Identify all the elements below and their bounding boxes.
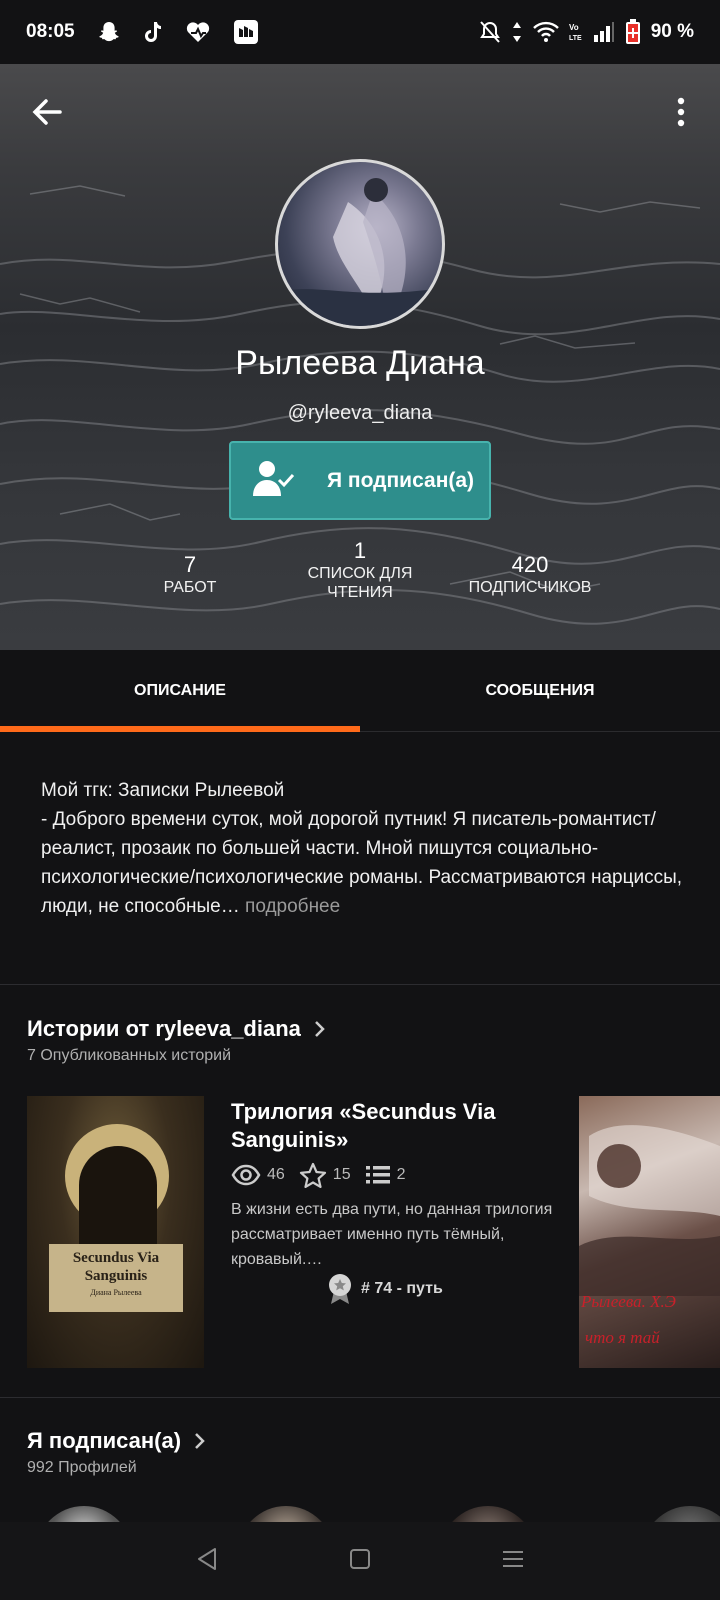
following-section-title: Я подписан(а) [27,1428,182,1453]
tiktok-icon [143,20,163,44]
divider [0,984,720,985]
stat-works[interactable]: 7 РАБОТ [140,552,240,597]
mute-icon [479,20,501,44]
more-options-button[interactable] [666,92,696,132]
divider [0,1397,720,1398]
rank-label: # 74 - путь [361,1280,443,1297]
cover-author: Диана Рылеева [90,1288,142,1297]
following-button-label: Я подписан(а) [327,468,475,492]
profile-stats: 7 РАБОТ 1 СПИСОК ДЛЯ ЧТЕНИЯ 420 ПОДПИСЧИ… [0,538,720,632]
signal-icon [593,21,615,43]
profile-header: Рылеева Диана @ryleeva_diana Я подписан(… [0,64,720,650]
profile-tabs: ОПИСАНИЕ СООБЩЕНИЯ [0,650,720,732]
next-story-cover[interactable]: Рылеева. Х.Э что я тай [579,1096,720,1368]
stat-value: 7 [183,552,197,577]
status-time: 08:05 [26,21,75,42]
chevron-right-icon [315,1021,325,1037]
next-cover-text: что я тай [585,1328,660,1347]
profile-name: Рылеева Диана [235,344,485,382]
triangle-back-icon [197,1547,216,1570]
back-arrow-icon [32,99,62,125]
cover-label: Secundus Via Sanguinis Диана Рылеева [49,1244,183,1312]
system-nav-bar [0,1522,720,1600]
story-description: В жизни есть два пути, но данная трилоги… [231,1201,553,1268]
chevron-right-icon [195,1433,205,1449]
data-arrows-icon [511,20,523,44]
parts-count: 2 [396,1166,406,1183]
tab-label: ОПИСАНИЕ [134,682,226,699]
active-tab-indicator [0,726,360,732]
ribbon-badge-icon [329,1274,351,1304]
following-count: 992 Профилей [27,1459,137,1476]
profile-avatar [275,159,445,329]
reads-count: 46 [267,1166,285,1183]
user-check-icon [253,458,297,503]
snapchat-icon [97,20,121,44]
list-icon [365,1166,390,1184]
svg-text:LTE: LTE [569,35,582,42]
cover-title: Secundus Via Sanguinis [72,1250,160,1284]
following-section-header[interactable]: Я подписан(а) [27,1428,207,1454]
story-rank[interactable]: # 74 - путь [327,1273,443,1305]
kebab-menu-icon [677,97,685,127]
nav-home-button[interactable] [348,1547,372,1576]
battery-percent: 90 % [650,21,694,42]
wifi-icon [532,21,559,43]
profile-handle: @ryleeva_diana [287,402,433,424]
svg-text:Vo: Vo [569,23,579,32]
story-title[interactable]: Трилогия «Secundus Via Sanguinis» [231,1098,551,1154]
stat-reading-list[interactable]: 1 СПИСОК ДЛЯ ЧТЕНИЯ [290,538,430,602]
story-cover[interactable]: Secundus Via Sanguinis Диана Рылеева [27,1096,204,1368]
nav-back-button[interactable] [195,1546,219,1577]
star-icon [299,1162,326,1188]
read-more-link[interactable]: подробнее [240,896,340,917]
description-text: Мой тгк: Записки Рылеевой - Доброго врем… [41,780,683,917]
back-button[interactable] [28,92,68,132]
story-stats: 46 15 2 [231,1162,420,1188]
square-home-icon [349,1548,370,1569]
stat-value: 420 [511,552,549,577]
stat-label: РАБОТ [163,579,217,596]
votes-count: 15 [332,1166,351,1183]
wattpad-icon [233,19,259,45]
tab-label: СООБЩЕНИЯ [485,682,595,699]
tab-description[interactable]: ОПИСАНИЕ [0,650,360,732]
nav-recents-button[interactable] [501,1547,525,1576]
profile-description: Мой тгк: Записки Рылеевой - Доброго врем… [41,776,691,921]
following-button[interactable]: Я подписан(а) [229,441,491,520]
stat-label: СПИСОК ДЛЯ ЧТЕНИЯ [307,565,413,601]
stories-count: 7 Опубликованных историй [27,1047,232,1064]
battery-icon [625,19,641,45]
eye-icon [231,1164,261,1186]
tab-messages[interactable]: СООБЩЕНИЯ [360,650,720,732]
menu-lines-icon [503,1550,524,1567]
next-cover-text: Рылеева. Х.Э [581,1292,676,1311]
stories-section-title: Истории от ryleeva_diana [27,1016,301,1041]
stat-followers[interactable]: 420 ПОДПИСЧИКОВ [455,552,605,597]
status-bar: 08:05 Vo LTE 90 % [0,0,720,64]
stat-label: ПОДПИСЧИКОВ [468,579,592,596]
stat-value: 1 [353,538,367,563]
heart-app-icon [185,20,211,44]
stories-section-header[interactable]: Истории от ryleeva_diana [27,1016,327,1042]
volte-icon: Vo LTE [569,21,583,43]
